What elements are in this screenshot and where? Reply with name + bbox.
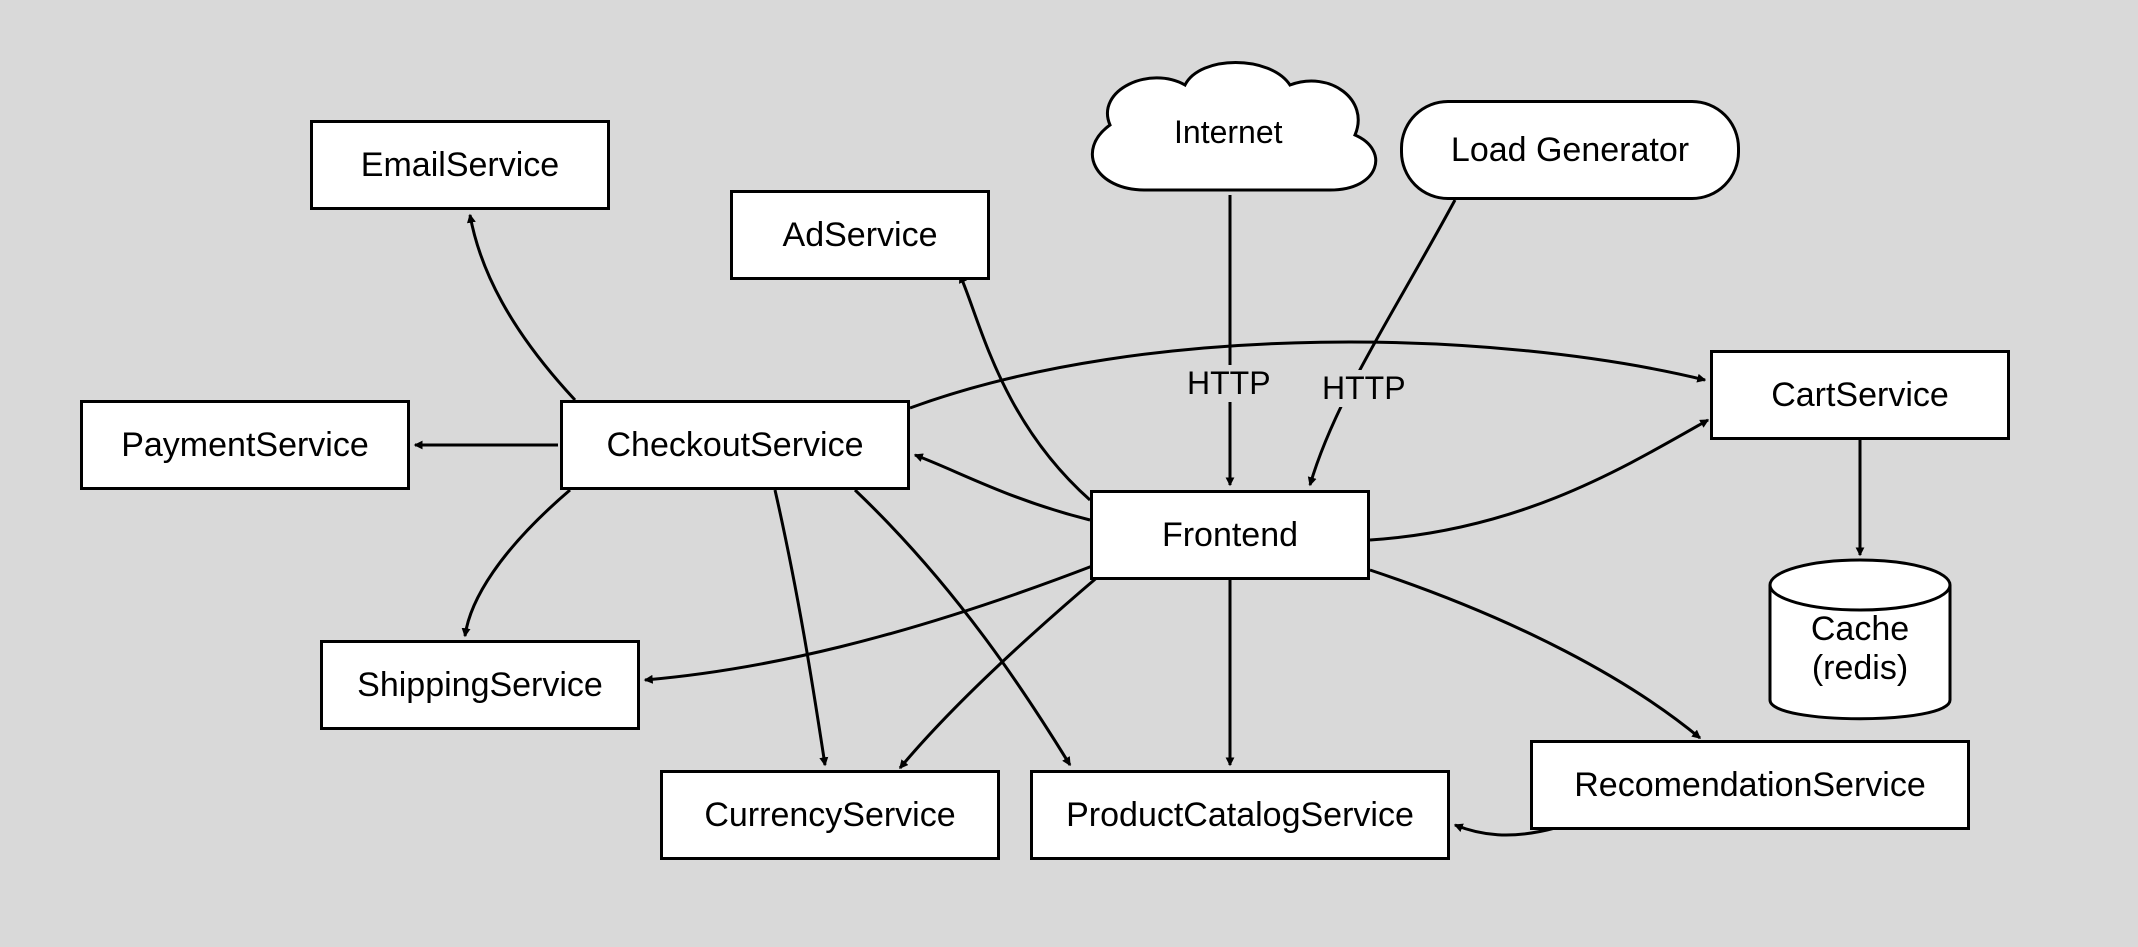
node-currencyservice: CurrencyService bbox=[660, 770, 1000, 860]
edge-frontend-checkout bbox=[915, 455, 1090, 520]
node-shippingservice: ShippingService bbox=[320, 640, 640, 730]
cache-label-2: (redis) bbox=[1812, 649, 1908, 687]
edge-frontend-cart bbox=[1370, 420, 1708, 540]
cache-label-1: Cache bbox=[1811, 610, 1909, 648]
edge-checkout-currency bbox=[775, 490, 825, 765]
node-frontend: Frontend bbox=[1090, 490, 1370, 580]
node-cartservice: CartService bbox=[1710, 350, 2010, 440]
node-cache: Cache (redis) bbox=[1770, 610, 1950, 688]
node-internet: Internet bbox=[1172, 114, 1285, 151]
edge-label-internet-http: HTTP bbox=[1185, 365, 1273, 402]
node-checkoutservice: CheckoutService bbox=[560, 400, 910, 490]
node-adservice: AdService bbox=[730, 190, 990, 280]
edge-checkout-cart bbox=[910, 342, 1705, 408]
node-load-generator: Load Generator bbox=[1400, 100, 1740, 200]
node-recomendationservice: RecomendationService bbox=[1530, 740, 1970, 830]
edge-frontend-currency bbox=[900, 575, 1100, 768]
edge-checkout-productcatalog bbox=[855, 490, 1070, 765]
node-paymentservice: PaymentService bbox=[80, 400, 410, 490]
edge-frontend-adservice bbox=[960, 275, 1090, 500]
node-emailservice: EmailService bbox=[310, 120, 610, 210]
node-productcatalogservice: ProductCatalogService bbox=[1030, 770, 1450, 860]
edge-checkout-shipping bbox=[465, 490, 570, 636]
edge-frontend-recommendation bbox=[1370, 570, 1700, 738]
edge-label-loadgen-http: HTTP bbox=[1320, 370, 1408, 407]
edge-frontend-shipping bbox=[645, 565, 1095, 680]
edge-loadgen-frontend bbox=[1310, 200, 1455, 485]
architecture-diagram: Internet Cache (redis) Load Generator Fr… bbox=[0, 0, 2138, 947]
edge-checkout-email bbox=[470, 215, 575, 400]
